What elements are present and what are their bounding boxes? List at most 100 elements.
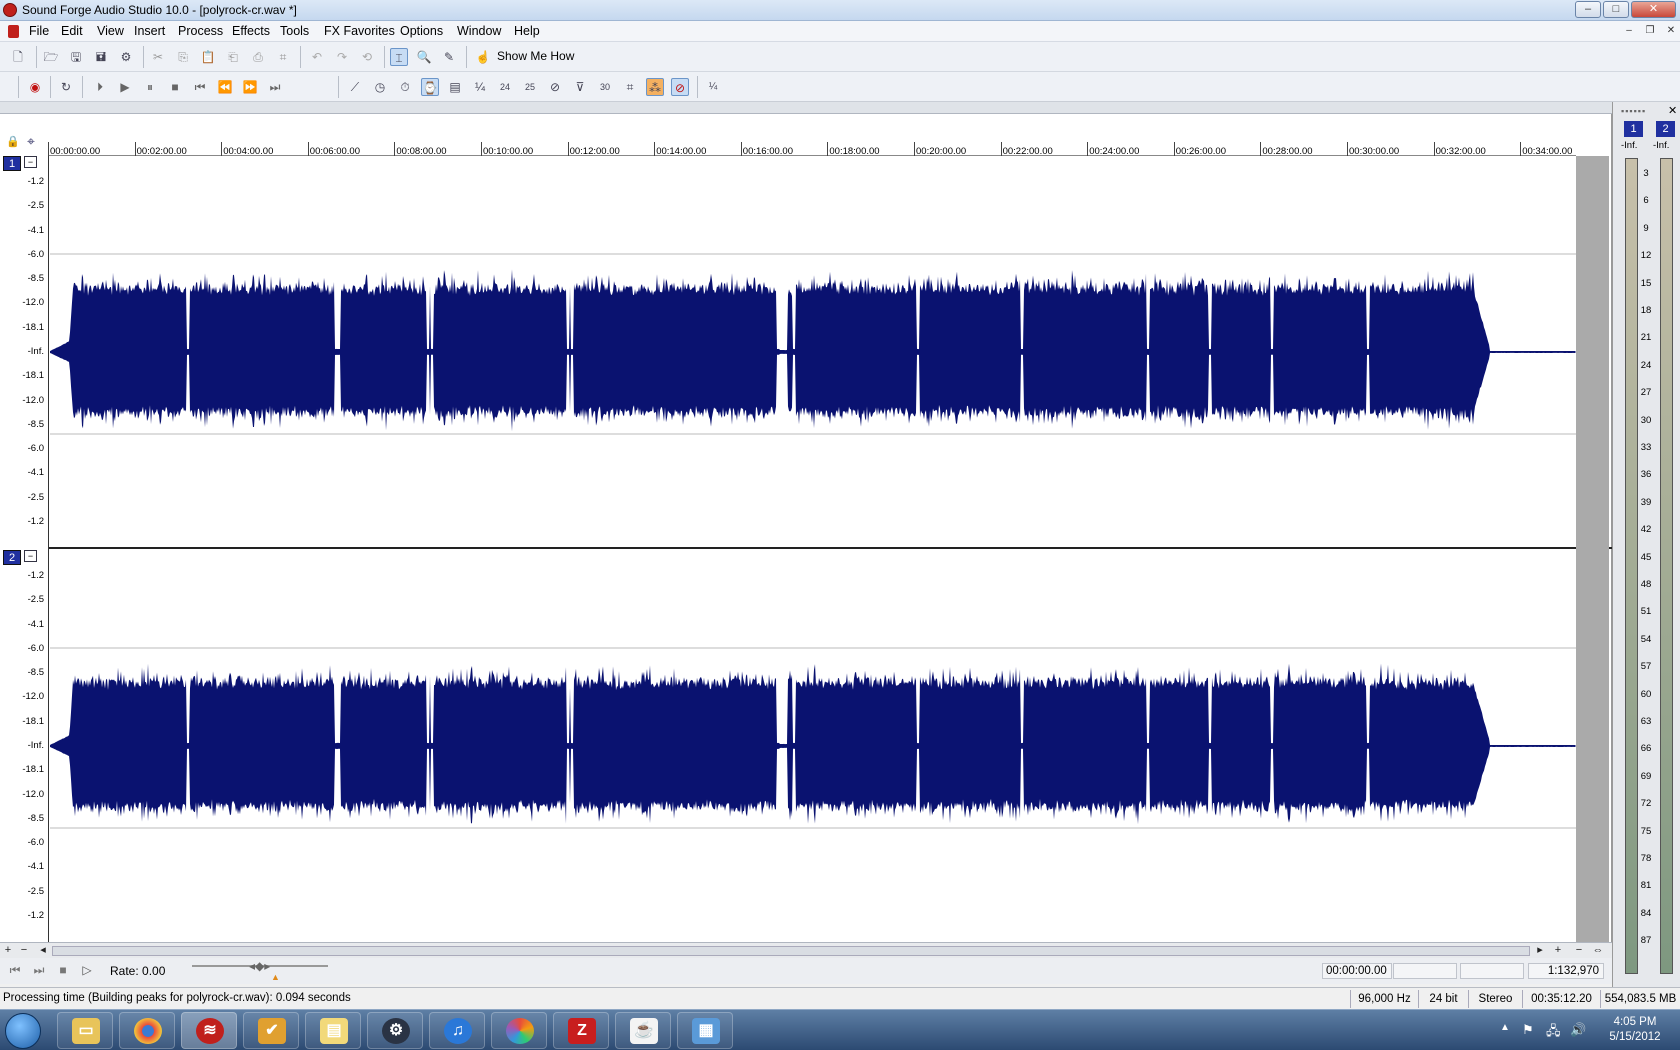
clock-icon[interactable]: ◷ bbox=[371, 78, 389, 96]
loop-icon[interactable]: ↻ bbox=[57, 78, 75, 96]
rate-slider-knob[interactable]: ◂◆▸ bbox=[249, 959, 270, 973]
volume-icon[interactable]: 🔊 bbox=[1570, 1022, 1586, 1038]
doc-minimize-button[interactable]: – bbox=[1622, 25, 1636, 38]
time-ruler[interactable]: 00:00:00.00 00:02:00.00 00:04:00.00 00:06:0… bbox=[48, 136, 1576, 157]
save-as-icon[interactable]: 🖬 bbox=[92, 48, 110, 66]
close-button[interactable]: ✕ bbox=[1631, 1, 1676, 18]
scroll-right-icon[interactable]: ▸ bbox=[1534, 945, 1546, 957]
drop-frame-icon[interactable]: ⊽ bbox=[571, 78, 589, 96]
undo-icon[interactable]: ↶ bbox=[308, 48, 326, 66]
explorer-app[interactable]: ▭ bbox=[57, 1012, 113, 1049]
help-icon[interactable]: ☝ bbox=[474, 48, 492, 66]
show-hidden-icons-icon[interactable]: ▲ bbox=[1500, 1022, 1510, 1033]
pause-icon[interactable]: ⏸ bbox=[141, 78, 159, 96]
time-format-30-icon[interactable]: 30 bbox=[596, 78, 614, 96]
timecode-icon[interactable]: ⌚ bbox=[421, 78, 439, 96]
time-format-25-icon[interactable]: 25 bbox=[521, 78, 539, 96]
record-icon[interactable]: ◉ bbox=[26, 78, 44, 96]
menu-options[interactable]: Options bbox=[400, 24, 443, 38]
minimize-button[interactable]: – bbox=[1575, 1, 1601, 18]
java-app[interactable]: ☕ bbox=[615, 1012, 671, 1049]
menu-edit[interactable]: Edit bbox=[61, 24, 83, 38]
app-icon[interactable] bbox=[3, 3, 17, 17]
tasks-app[interactable]: ✔ bbox=[243, 1012, 299, 1049]
magnify-tool-icon[interactable]: 🔍 bbox=[415, 48, 433, 66]
time-format-24-icon[interactable]: 24 bbox=[496, 78, 514, 96]
chrome-app[interactable] bbox=[119, 1012, 175, 1049]
menu-window[interactable]: Window bbox=[457, 24, 501, 38]
rewind-icon[interactable]: ⏪ bbox=[216, 78, 234, 96]
play-icon[interactable]: ▶ bbox=[116, 78, 134, 96]
snap-center-icon[interactable]: ⌖ bbox=[27, 133, 35, 150]
show-me-how-button[interactable]: Show Me How bbox=[497, 49, 574, 63]
meter-close-icon[interactable]: ✕ bbox=[1668, 104, 1677, 117]
repeat-icon[interactable]: ⟲ bbox=[358, 48, 376, 66]
action-center-icon[interactable]: ⚑ bbox=[1522, 1022, 1534, 1038]
menu-tools[interactable]: Tools bbox=[280, 24, 309, 38]
render-icon[interactable]: ⚙ bbox=[117, 48, 135, 66]
system-clock[interactable]: 4:05 PM 5/15/2012 bbox=[1600, 1015, 1670, 1045]
sound-forge-app[interactable]: ≋ bbox=[181, 1012, 237, 1049]
edit-tool-icon[interactable]: ⌶ bbox=[390, 48, 408, 66]
menu-help[interactable]: Help bbox=[514, 24, 540, 38]
zoom-normal-button[interactable]: ⇔ bbox=[1592, 945, 1604, 957]
menu-insert[interactable]: Insert bbox=[134, 24, 165, 38]
no-snap-icon[interactable]: ⊘ bbox=[671, 78, 689, 96]
save-icon[interactable]: 🖫 bbox=[67, 48, 85, 66]
stopwatch-icon[interactable]: ⏱ bbox=[396, 78, 414, 96]
measures-icon[interactable]: ¼ bbox=[704, 78, 722, 96]
menu-view[interactable]: View bbox=[97, 24, 124, 38]
meter-2-badge[interactable]: 2 bbox=[1656, 121, 1675, 137]
stop-icon[interactable]: ■ bbox=[166, 78, 184, 96]
channel-1-waveform[interactable] bbox=[50, 156, 1576, 548]
copy-icon[interactable]: ⎘ bbox=[174, 48, 192, 66]
forward-icon[interactable]: ⏩ bbox=[241, 78, 259, 96]
paste-special-icon[interactable]: ⎗ bbox=[224, 48, 242, 66]
scroll-thumb[interactable] bbox=[52, 946, 1530, 956]
doc-restore-button[interactable]: ❐ bbox=[1643, 25, 1657, 38]
zoom-out-vertical-button[interactable]: − bbox=[18, 945, 30, 957]
horizontal-scrollbar[interactable]: + − ◂ ▸ + − ⇔ bbox=[0, 942, 1612, 958]
folders-app[interactable]: ▤ bbox=[305, 1012, 361, 1049]
maximize-button[interactable]: □ bbox=[1603, 1, 1629, 18]
menu-file[interactable]: File bbox=[29, 24, 49, 38]
next-marker-icon[interactable]: ⏭ bbox=[30, 961, 48, 979]
menu-effects[interactable]: Effects bbox=[232, 24, 270, 38]
snap-icon[interactable]: ⁂ bbox=[646, 78, 664, 96]
filezilla-app[interactable]: Z bbox=[553, 1012, 609, 1049]
envelope-icon[interactable]: ⟋ bbox=[346, 78, 364, 96]
menu-process[interactable]: Process bbox=[178, 24, 223, 38]
play-normal-icon[interactable]: ▷ bbox=[78, 961, 96, 979]
menu-fx-favorites[interactable]: FX Favorites bbox=[324, 24, 395, 38]
overview-bar[interactable] bbox=[0, 102, 1612, 114]
document-icon[interactable] bbox=[8, 25, 19, 38]
prev-marker-icon[interactable]: ⏮ bbox=[6, 961, 24, 979]
network-icon[interactable]: 🖧 bbox=[1546, 1022, 1561, 1044]
itunes-app[interactable]: ♫ bbox=[429, 1012, 485, 1049]
meter-1-badge[interactable]: 1 bbox=[1624, 121, 1643, 137]
time-format-4-icon[interactable]: ¼ bbox=[471, 78, 489, 96]
go-start-icon[interactable]: ⏮ bbox=[191, 78, 209, 96]
picasa-app[interactable] bbox=[491, 1012, 547, 1049]
crop-icon[interactable]: ⌗ bbox=[274, 48, 292, 66]
photo-viewer-app[interactable]: ▦ bbox=[677, 1012, 733, 1049]
zoom-out-button[interactable]: − bbox=[1573, 945, 1585, 957]
open-icon[interactable]: 🗁 bbox=[42, 48, 60, 66]
channel-2-waveform[interactable] bbox=[50, 550, 1576, 942]
scroll-left-icon[interactable]: ◂ bbox=[37, 945, 49, 957]
samples-icon[interactable]: ▤ bbox=[446, 78, 464, 96]
cut-icon[interactable]: ✂ bbox=[149, 48, 167, 66]
start-button[interactable] bbox=[5, 1013, 41, 1049]
go-end-icon[interactable]: ⏭ bbox=[266, 78, 284, 96]
zoom-in-vertical-button[interactable]: + bbox=[2, 945, 14, 957]
pencil-tool-icon[interactable]: ✎ bbox=[440, 48, 458, 66]
play-all-icon[interactable]: ⏵ bbox=[91, 78, 109, 96]
paste-icon[interactable]: 📋 bbox=[199, 48, 217, 66]
redo-icon[interactable]: ↷ bbox=[333, 48, 351, 66]
zoom-in-button[interactable]: + bbox=[1552, 945, 1564, 957]
grid-icon[interactable]: ⌗ bbox=[621, 78, 639, 96]
lock-icon[interactable]: 🔒 bbox=[6, 135, 20, 148]
mix-icon[interactable]: ⎙ bbox=[249, 48, 267, 66]
new-icon[interactable]: 🗋 bbox=[9, 48, 27, 66]
stop-button-icon[interactable]: ■ bbox=[54, 961, 72, 979]
